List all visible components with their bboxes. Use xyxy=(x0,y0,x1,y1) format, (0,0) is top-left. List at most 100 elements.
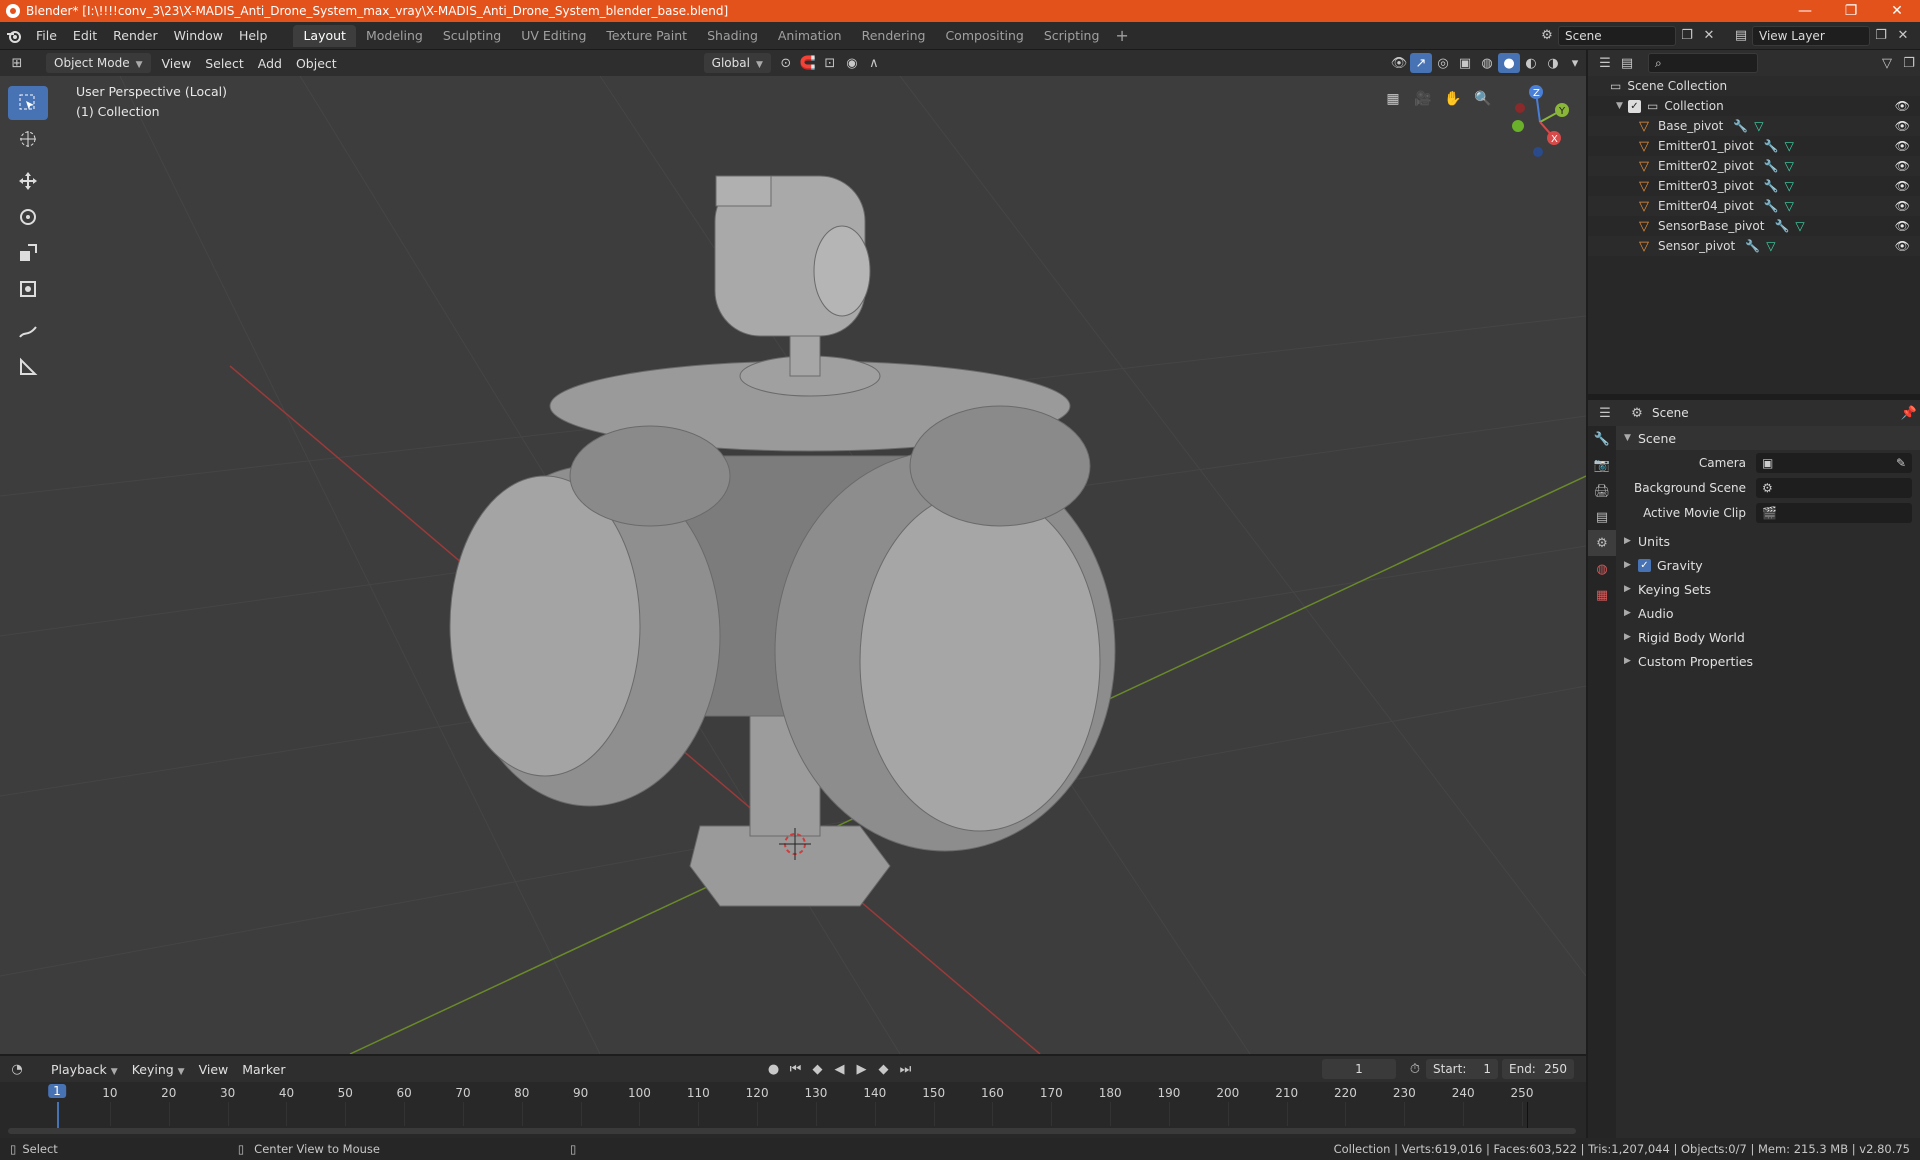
tab-shading[interactable]: Shading xyxy=(697,25,768,47)
menu-timeline-view[interactable]: View xyxy=(192,1062,236,1077)
pan-hand-icon[interactable]: ✋ xyxy=(1440,86,1466,112)
menu-object[interactable]: Object xyxy=(289,56,344,71)
mesh-data-icon[interactable]: ▽ xyxy=(1785,199,1794,213)
timeline-editor-type-icon[interactable]: ◔ xyxy=(6,1059,28,1079)
menu-file[interactable]: File xyxy=(28,25,65,47)
toggle-camera-view-icon[interactable]: ▦ xyxy=(1380,86,1406,112)
menu-select[interactable]: Select xyxy=(198,56,251,71)
mesh-data-icon[interactable]: ▽ xyxy=(1766,239,1775,253)
eye-icon[interactable]: 👁 xyxy=(1895,159,1910,173)
modifier-icon[interactable]: 🔧 xyxy=(1764,139,1779,153)
tab-modeling[interactable]: Modeling xyxy=(356,25,433,47)
tab-scripting[interactable]: Scripting xyxy=(1034,25,1110,47)
current-frame-indicator[interactable]: 1 xyxy=(48,1084,66,1098)
rigid-body-world-panel-header[interactable]: ▶ Rigid Body World xyxy=(1616,625,1920,649)
mesh-data-icon[interactable]: ▽ xyxy=(1785,159,1794,173)
world-tab-icon[interactable]: ◍ xyxy=(1588,556,1616,582)
cursor-tool[interactable] xyxy=(8,122,48,156)
tool-tab-icon[interactable]: 🔧 xyxy=(1588,426,1616,452)
editor-type-icon[interactable]: ⊞ xyxy=(6,53,28,73)
eye-icon[interactable]: 👁 xyxy=(1895,179,1910,193)
add-workspace-button[interactable]: + xyxy=(1109,26,1134,45)
current-frame-field[interactable]: 1 xyxy=(1322,1059,1396,1079)
rendered-shading-icon[interactable]: ◑ xyxy=(1542,53,1564,73)
view-layer-field[interactable]: View Layer xyxy=(1752,25,1870,46)
scene-browse-icon[interactable]: ⚙ xyxy=(1536,26,1558,46)
render-tab-icon[interactable]: 📷 xyxy=(1588,452,1616,478)
menu-help[interactable]: Help xyxy=(231,25,276,47)
xray-toggle-icon[interactable]: ▣ xyxy=(1454,53,1476,73)
expand-arrow-icon[interactable]: ▼ xyxy=(1616,101,1628,111)
menu-view[interactable]: View xyxy=(155,56,199,71)
close-button[interactable]: ✕ xyxy=(1874,0,1920,22)
outliner-item[interactable]: ▽ Base_pivot 🔧 ▽ 👁 xyxy=(1588,116,1920,136)
modifier-icon[interactable]: 🔧 xyxy=(1774,219,1789,233)
jump-end-icon[interactable]: ⏭ xyxy=(894,1059,916,1079)
mesh-data-icon[interactable]: ▽ xyxy=(1754,119,1763,133)
outliner-item[interactable]: ▽ SensorBase_pivot 🔧 ▽ 👁 xyxy=(1588,216,1920,236)
modifier-icon[interactable]: 🔧 xyxy=(1733,119,1748,133)
new-scene-icon[interactable]: ❐ xyxy=(1676,26,1698,46)
new-view-layer-icon[interactable]: ❐ xyxy=(1870,26,1892,46)
active-movie-clip-field[interactable]: 🎬 xyxy=(1756,502,1912,523)
menu-add[interactable]: Add xyxy=(251,56,289,71)
prev-keyframe-icon[interactable]: ◆ xyxy=(806,1059,828,1079)
background-scene-field[interactable]: ⚙ xyxy=(1756,477,1912,498)
visibility-icon[interactable]: 👁 xyxy=(1388,53,1410,73)
view-layer-browse-icon[interactable]: ▤ xyxy=(1730,26,1752,46)
gizmo-toggle-icon[interactable]: ↗ xyxy=(1410,53,1432,73)
menu-window[interactable]: Window xyxy=(166,25,231,47)
measure-tool[interactable] xyxy=(8,350,48,384)
proportional-edit-icon[interactable]: ◉ xyxy=(841,53,863,73)
view-layer-tab-icon[interactable]: ▤ xyxy=(1588,504,1616,530)
mode-dropdown[interactable]: Object Mode ▼ xyxy=(46,53,151,73)
menu-keying[interactable]: Keying ▼ xyxy=(125,1062,192,1077)
eye-icon[interactable]: 👁 xyxy=(1895,219,1910,233)
filter-icon[interactable]: ▽ xyxy=(1876,53,1898,73)
audio-panel-header[interactable]: ▶ Audio xyxy=(1616,601,1920,625)
eye-icon[interactable]: 👁 xyxy=(1895,139,1910,153)
outliner-search-input[interactable]: ⌕ xyxy=(1648,53,1758,73)
outliner-editor-type-icon[interactable]: ☰ xyxy=(1594,53,1616,73)
record-icon[interactable]: ● xyxy=(762,1059,784,1079)
play-icon[interactable]: ▶ xyxy=(850,1059,872,1079)
mesh-data-icon[interactable]: ▽ xyxy=(1795,219,1804,233)
navigation-gizmo[interactable]: Z Y X xyxy=(1500,80,1580,164)
timeline-scrollbar[interactable] xyxy=(8,1128,1576,1134)
camera-field[interactable]: ▣ ✎ xyxy=(1756,452,1912,473)
jump-start-icon[interactable]: ⏮ xyxy=(784,1059,806,1079)
tab-uv-editing[interactable]: UV Editing xyxy=(511,25,596,47)
tab-rendering[interactable]: Rendering xyxy=(852,25,936,47)
new-collection-icon[interactable]: ❐ xyxy=(1898,53,1920,73)
menu-playback[interactable]: Playback ▼ xyxy=(44,1062,125,1077)
modifier-icon[interactable]: 🔧 xyxy=(1764,179,1779,193)
play-reverse-icon[interactable]: ◀ xyxy=(828,1059,850,1079)
scene-panel-header[interactable]: ▼ Scene xyxy=(1616,426,1920,450)
wireframe-shading-icon[interactable]: ◍ xyxy=(1476,53,1498,73)
tab-animation[interactable]: Animation xyxy=(768,25,852,47)
snap-icon[interactable]: 🧲 xyxy=(797,53,819,73)
zoom-icon[interactable]: 🔍 xyxy=(1470,86,1496,112)
modifier-icon[interactable]: 🔧 xyxy=(1764,159,1779,173)
start-frame-field[interactable]: Start: 1 xyxy=(1426,1059,1498,1079)
select-box-tool[interactable] xyxy=(8,86,48,120)
outliner-scene-collection[interactable]: ▭ Scene Collection xyxy=(1588,76,1920,96)
texture-tab-icon[interactable]: ▦ xyxy=(1588,582,1616,608)
custom-properties-panel-header[interactable]: ▶ Custom Properties xyxy=(1616,649,1920,673)
scene-field[interactable]: Scene xyxy=(1558,25,1676,46)
maximize-button[interactable]: ❐ xyxy=(1828,0,1874,22)
eye-icon[interactable]: 👁 xyxy=(1895,199,1910,213)
overlay-toggle-icon[interactable]: ◎ xyxy=(1432,53,1454,73)
display-mode-icon[interactable]: ▤ xyxy=(1616,53,1638,73)
outliner-item[interactable]: ▽ Emitter02_pivot 🔧 ▽ 👁 xyxy=(1588,156,1920,176)
stopwatch-icon[interactable]: ⏱ xyxy=(1404,1059,1426,1079)
outliner-collection[interactable]: ▼ ✓ ▭ Collection 👁 xyxy=(1588,96,1920,116)
modifier-icon[interactable]: 🔧 xyxy=(1764,199,1779,213)
menu-marker[interactable]: Marker xyxy=(235,1062,292,1077)
tab-layout[interactable]: Layout xyxy=(293,24,356,47)
menu-edit[interactable]: Edit xyxy=(65,25,105,47)
eye-icon[interactable]: 👁 xyxy=(1895,99,1910,113)
units-panel-header[interactable]: ▶ Units xyxy=(1616,529,1920,553)
transform-tool[interactable] xyxy=(8,272,48,306)
eye-icon[interactable]: 👁 xyxy=(1895,119,1910,133)
